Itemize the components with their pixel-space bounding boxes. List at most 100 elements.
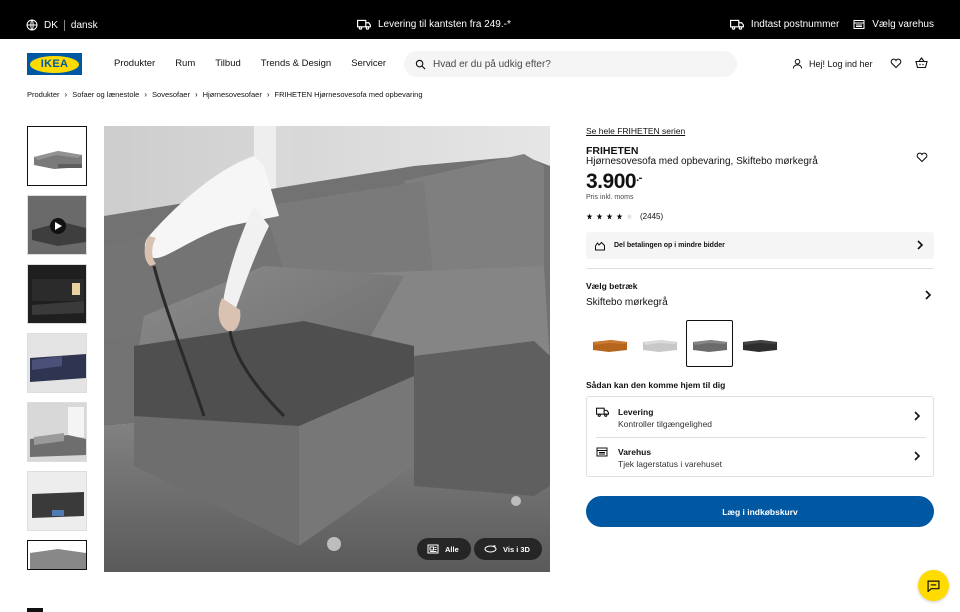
search-input[interactable] [433, 58, 713, 70]
store-title: Varehus [618, 447, 652, 457]
language-label: dansk [70, 19, 98, 31]
thumb-dark-room[interactable] [27, 264, 87, 324]
breadcrumb: Produkter › Sofaer og lænestole › Soveso… [27, 90, 423, 99]
payment-plan-label: Del betalingen op i mindre bidder [614, 242, 725, 249]
swatch-brown[interactable] [586, 320, 633, 367]
chevron-right-icon [917, 240, 924, 250]
chat-icon [927, 580, 940, 592]
chat-button[interactable] [918, 570, 949, 601]
nav-item-products[interactable]: Produkter [114, 58, 155, 69]
logo-text: IKEA [30, 55, 79, 73]
country-code: DK [44, 19, 58, 31]
payment-icon [595, 241, 605, 250]
all-images-label: Alle [445, 544, 459, 554]
truck-icon [596, 407, 609, 417]
chevron-right-icon [914, 451, 921, 461]
cart-icon[interactable] [915, 57, 928, 69]
favourite-heart-icon[interactable] [916, 151, 928, 163]
store-subtitle: Tjek lagerstatus i varehuset [618, 459, 722, 469]
postcode-label: Indtast postnummer [750, 19, 840, 30]
delivery-title: Levering [618, 407, 654, 417]
store-button[interactable]: Vælg varehus [853, 19, 934, 30]
show-all-images-button[interactable]: Alle [417, 538, 471, 560]
swatch-light-grey[interactable] [636, 320, 683, 367]
thumb-bedroom-blue[interactable] [27, 333, 87, 393]
breadcrumb-item[interactable]: Sofaer og lænestole [72, 90, 139, 99]
nav-item-rooms[interactable]: Rum [175, 58, 195, 69]
rating-stars [586, 213, 633, 220]
product-description: Hjørnesovesofa med opbevaring, Skiftebo … [586, 156, 818, 167]
star-filled-icon [596, 213, 603, 220]
heart-icon[interactable] [890, 57, 902, 69]
user-icon [792, 58, 803, 69]
chevron-right-icon: › [64, 90, 68, 99]
gallery-icon [427, 544, 439, 554]
chevron-right-icon: › [266, 90, 270, 99]
login-link[interactable]: Hej! Log ind her [792, 58, 873, 69]
delivery-options-title: Sådan kan den komme hjem til dig [586, 380, 726, 390]
product-main-image[interactable]: Alle Vis i 3D [104, 126, 550, 572]
star-filled-icon [606, 213, 613, 220]
thumb-living-room[interactable] [27, 471, 87, 531]
breadcrumb-item[interactable]: Hjørnesovesofaer [203, 90, 262, 99]
swatch-dark-grey[interactable] [686, 320, 733, 367]
product-price: 3.900.- [586, 170, 642, 194]
thumb-video[interactable] [27, 195, 87, 255]
utility-bar: DK dansk Levering til kantsten fra 249.-… [0, 12, 960, 39]
breadcrumb-item[interactable]: Sovesofaer [152, 90, 190, 99]
view-3d-button[interactable]: Vis i 3D [474, 538, 542, 560]
divider [63, 19, 65, 31]
top-strip [0, 0, 960, 12]
series-link[interactable]: Se hele FRIHETEN serien [586, 126, 685, 136]
globe-icon [26, 19, 38, 31]
store-label: Vælg varehus [872, 19, 934, 30]
cover-selector-title: Vælg betræk [586, 281, 638, 291]
star-empty-icon [626, 213, 633, 220]
chevron-right-icon [914, 411, 921, 421]
chevron-right-icon[interactable] [925, 290, 932, 300]
main-header: IKEA Produkter Rum Tilbud Trends & Desig… [0, 39, 960, 89]
truck-icon [729, 19, 744, 30]
nav-item-services[interactable]: Servicer [351, 58, 386, 69]
nav-item-offers[interactable]: Tilbud [215, 58, 241, 69]
store-icon [853, 20, 865, 29]
thumb-bedroom-grey[interactable] [27, 402, 87, 462]
star-filled-icon [586, 213, 593, 220]
color-swatches [586, 320, 783, 367]
review-count: (2445) [640, 212, 664, 221]
payment-plan-banner[interactable]: Del betalingen op i mindre bidder [586, 232, 934, 259]
delivery-option[interactable]: Levering Kontroller tilgængelighed [596, 397, 926, 437]
thumbnail-list [27, 126, 87, 579]
rating[interactable]: (2445) [586, 212, 663, 221]
search-bar[interactable] [404, 51, 737, 77]
postcode-button[interactable]: Indtast postnummer [729, 19, 840, 30]
add-to-cart-button[interactable]: Læg i indkøbskurv [586, 496, 934, 527]
main-nav: Produkter Rum Tilbud Trends & Design Ser… [114, 58, 386, 69]
thumb-sofa-front[interactable] [27, 126, 87, 186]
thumb-detail[interactable] [27, 540, 87, 570]
price-integer: 3.900 [586, 170, 637, 193]
login-label: Hej! Log ind her [809, 58, 873, 69]
store-option[interactable]: Varehus Tjek lagerstatus i varehuset [596, 437, 926, 477]
chevron-right-icon: › [194, 90, 198, 99]
page-footer-edge [27, 608, 43, 612]
delivery-subtitle: Kontroller tilgængelighed [618, 419, 713, 429]
star-filled-icon [616, 213, 623, 220]
chevron-right-icon: › [144, 90, 148, 99]
view-3d-label: Vis i 3D [503, 544, 530, 554]
swatch-black[interactable] [736, 320, 783, 367]
search-icon [415, 59, 426, 69]
price-suffix: .- [636, 172, 642, 184]
cover-selected-value[interactable]: Skiftebo mørkegrå [586, 297, 668, 308]
truck-icon [357, 19, 371, 30]
divider [586, 268, 934, 269]
sofa-photo [104, 126, 550, 572]
language-selector[interactable]: DK dansk [26, 19, 98, 31]
breadcrumb-item[interactable]: Produkter [27, 90, 60, 99]
delivery-options-box: Levering Kontroller tilgængelighed Vareh… [586, 396, 934, 477]
store-icon [596, 447, 608, 457]
nav-item-trends[interactable]: Trends & Design [261, 58, 331, 69]
ikea-logo[interactable]: IKEA [27, 53, 82, 75]
delivery-promo[interactable]: Levering til kantsten fra 249.-* [357, 19, 511, 30]
breadcrumb-current: FRIHETEN Hjørnesovesofa med opbevaring [274, 90, 423, 99]
